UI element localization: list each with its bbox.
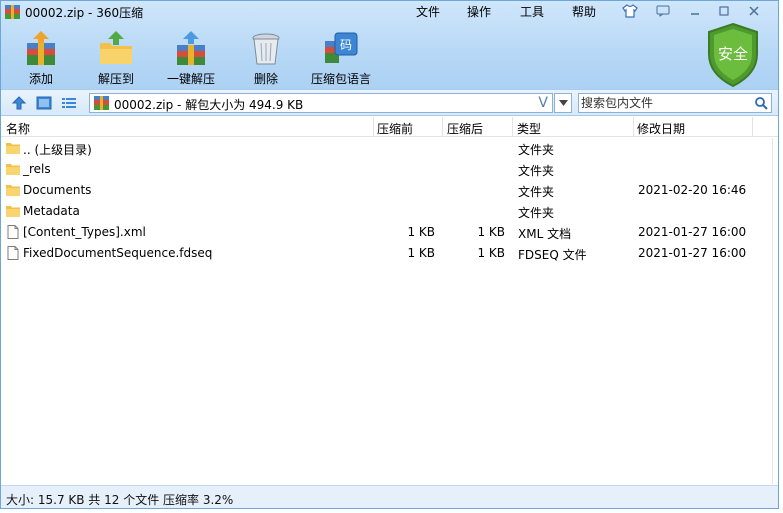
add-label: 添加 bbox=[28, 72, 53, 86]
search-box[interactable] bbox=[578, 93, 772, 113]
minimize-icon bbox=[691, 12, 699, 15]
file-name: [Content_Types].xml bbox=[23, 225, 146, 239]
shirt-icon bbox=[622, 3, 638, 18]
column-header-row: 名称 压缩前 压缩后 类型 修改日期 bbox=[1, 117, 778, 137]
delete-button[interactable]: 删除 bbox=[234, 29, 298, 87]
security-shield-icon[interactable]: 安全 bbox=[705, 22, 761, 88]
file-packed: 1 KB bbox=[407, 246, 435, 260]
quick-extract-icon bbox=[177, 31, 205, 65]
status-bar: 大小: 15.7 KB 共 12 个文件 压缩率 3.2% bbox=[1, 485, 778, 508]
file-icon bbox=[7, 246, 19, 260]
file-name: FixedDocumentSequence.fdseq bbox=[23, 246, 213, 260]
column-packed[interactable]: 压缩前 bbox=[377, 120, 413, 137]
trash-icon bbox=[252, 33, 280, 65]
column-type[interactable]: 类型 bbox=[517, 120, 541, 137]
file-row[interactable]: [Content_Types].xml 1 KB 1 KB XML 文档 202… bbox=[1, 222, 771, 243]
path-text: 00002.zip - 解包大小为 494.9 KB bbox=[114, 98, 304, 112]
column-modified[interactable]: 修改日期 bbox=[637, 120, 685, 137]
title-bar: 00002.zip - 360压缩 文件 操作 工具 帮助 bbox=[1, 1, 778, 23]
column-separator[interactable] bbox=[373, 117, 374, 137]
file-name: Metadata bbox=[23, 204, 80, 218]
arrow-up-icon bbox=[11, 96, 27, 110]
file-type: 文件夹 bbox=[518, 206, 555, 220]
file-row[interactable]: _rels 文件夹 bbox=[1, 159, 771, 180]
language-pack-button[interactable]: 码 压缩包语言 bbox=[309, 29, 373, 87]
view-thumbnail-button[interactable] bbox=[34, 94, 54, 112]
file-row[interactable]: .. (上级目录) 文件夹 bbox=[1, 138, 771, 159]
archive-icon bbox=[94, 96, 109, 110]
list-view-icon bbox=[62, 98, 76, 108]
add-button[interactable]: 添加 bbox=[9, 29, 73, 87]
menu-operate[interactable]: 操作 bbox=[467, 3, 491, 20]
message-icon bbox=[656, 5, 670, 17]
column-size[interactable]: 压缩后 bbox=[447, 120, 483, 137]
file-type: XML 文档 bbox=[518, 227, 572, 241]
language-code-icon: 码 bbox=[325, 32, 358, 63]
file-packed: 1 KB bbox=[407, 225, 435, 239]
delete-label: 删除 bbox=[253, 72, 278, 86]
history-dropdown-button[interactable] bbox=[554, 93, 572, 113]
feedback-button[interactable] bbox=[653, 2, 673, 19]
search-icon[interactable] bbox=[754, 96, 768, 110]
svg-text:码: 码 bbox=[340, 38, 352, 52]
extract-to-button[interactable]: 解压到 bbox=[84, 29, 148, 87]
menu-file[interactable]: 文件 bbox=[416, 3, 440, 20]
menu-tools[interactable]: 工具 bbox=[520, 3, 544, 20]
language-pack-label: 压缩包语言 bbox=[310, 72, 371, 86]
minimize-button[interactable] bbox=[685, 2, 705, 19]
folder-icon bbox=[6, 206, 20, 217]
close-icon bbox=[749, 5, 759, 16]
file-row[interactable]: Documents 文件夹 2021-02-20 16:46 bbox=[1, 180, 771, 201]
archive-app-icon bbox=[5, 5, 20, 19]
thumbnail-view-icon bbox=[36, 96, 52, 110]
skin-button[interactable] bbox=[620, 2, 640, 19]
menu-help[interactable]: 帮助 bbox=[572, 3, 596, 20]
file-type: FDSEQ 文件 bbox=[518, 248, 587, 262]
status-text: 大小: 15.7 KB 共 12 个文件 压缩率 3.2% bbox=[6, 493, 234, 507]
column-separator[interactable] bbox=[442, 117, 443, 137]
extract-to-label: 解压到 bbox=[97, 72, 134, 86]
app-window: 00002.zip - 360压缩 文件 操作 工具 帮助 添加 解压到 一键解… bbox=[0, 0, 779, 509]
close-button[interactable] bbox=[744, 2, 764, 19]
column-separator[interactable] bbox=[752, 117, 753, 137]
up-level-button[interactable] bbox=[9, 94, 29, 112]
file-type: 文件夹 bbox=[518, 185, 555, 199]
file-modified: 2021-01-27 16:00 bbox=[638, 246, 747, 260]
dropdown-arrow-icon bbox=[558, 100, 568, 106]
folder-icon bbox=[6, 185, 20, 196]
folder-extract-icon bbox=[100, 31, 132, 64]
one-click-extract-label: 一键解压 bbox=[166, 72, 215, 86]
file-name: Documents bbox=[23, 183, 92, 197]
file-type: 文件夹 bbox=[518, 164, 555, 178]
file-size: 1 KB bbox=[477, 246, 505, 260]
column-name[interactable]: 名称 bbox=[6, 120, 30, 137]
search-input[interactable] bbox=[581, 95, 747, 111]
chevron-down-icon[interactable]: V bbox=[538, 95, 548, 111]
maximize-button[interactable] bbox=[714, 2, 734, 19]
toolbar-area: 00002.zip - 360压缩 文件 操作 工具 帮助 添加 解压到 一键解… bbox=[1, 1, 778, 89]
address-bar: 00002.zip - 解包大小为 494.9 KB V bbox=[1, 89, 778, 116]
column-separator[interactable] bbox=[633, 117, 634, 137]
file-type: 文件夹 bbox=[518, 143, 555, 157]
file-icon bbox=[7, 225, 19, 239]
folder-icon bbox=[6, 164, 20, 175]
file-row[interactable]: FixedDocumentSequence.fdseq 1 KB 1 KB FD… bbox=[1, 243, 771, 264]
maximize-icon bbox=[719, 5, 729, 16]
window-title: 00002.zip - 360压缩 bbox=[25, 6, 144, 20]
folder-icon bbox=[6, 143, 20, 154]
path-field[interactable]: 00002.zip - 解包大小为 494.9 KB V bbox=[89, 93, 553, 113]
view-list-button[interactable] bbox=[59, 94, 79, 112]
file-name: _rels bbox=[23, 162, 51, 176]
security-badge-text: 安全 bbox=[718, 45, 748, 63]
file-name: .. (上级目录) bbox=[23, 143, 92, 157]
file-row[interactable]: Metadata 文件夹 bbox=[1, 201, 771, 222]
file-modified: 2021-02-20 16:46 bbox=[638, 183, 747, 197]
file-size: 1 KB bbox=[477, 225, 505, 239]
file-modified: 2021-01-27 16:00 bbox=[638, 225, 747, 239]
column-separator[interactable] bbox=[512, 117, 513, 137]
add-archive-icon bbox=[27, 31, 55, 65]
scrollbar-track[interactable] bbox=[772, 138, 778, 484]
one-click-extract-button[interactable]: 一键解压 bbox=[159, 29, 223, 87]
